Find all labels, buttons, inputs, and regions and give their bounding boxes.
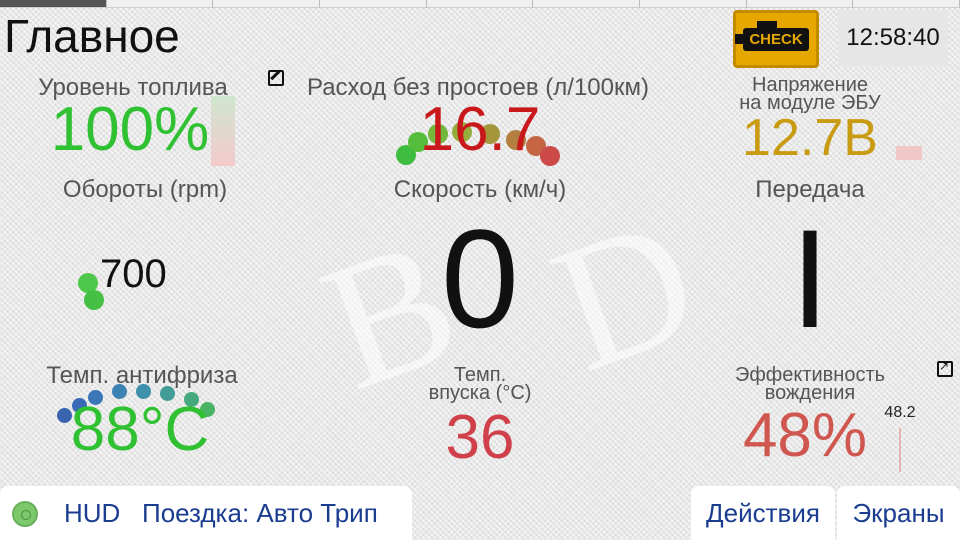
efficiency-value: 48% (742, 401, 868, 470)
intake-temp-label-line2: впуска (°C) (428, 382, 532, 404)
trip-button[interactable]: Поездка: Авто Трип (142, 486, 378, 540)
clock: 12:58:40 (838, 10, 948, 66)
tab-indicator[interactable] (746, 0, 854, 8)
tab-indicator[interactable] (533, 0, 641, 8)
coolant-temp-value: 88°C (70, 395, 210, 464)
tab-indicator-active[interactable] (0, 0, 107, 8)
gear-value: I (790, 200, 830, 357)
voltage-value: 12.7В (742, 109, 878, 167)
bottom-bar-left: HUD Поездка: Авто Трип (0, 486, 412, 540)
coolant-temp-label: Темп. антифриза (46, 362, 238, 389)
fuel-level-bar (211, 96, 235, 166)
efficiency-bar (899, 428, 901, 472)
voltage-bar (896, 146, 922, 160)
tab-indicator[interactable] (320, 0, 427, 8)
tab-indicator[interactable] (213, 0, 321, 8)
efficiency-secondary-value: 48.2 (884, 404, 916, 421)
rpm-label: Обороты (rpm) (62, 176, 228, 203)
top-tab-strip (0, 0, 960, 8)
edit-icon[interactable] (268, 70, 284, 86)
fuel-level-value: 100% (50, 95, 210, 164)
hud-button[interactable]: HUD (64, 486, 120, 540)
tab-indicator[interactable] (640, 0, 747, 8)
rpm-value: 700 (100, 252, 167, 296)
fuel-consumption-value: 16.7 (419, 95, 541, 164)
screens-button[interactable]: Экраны (837, 486, 960, 540)
tab-indicator[interactable] (853, 0, 960, 8)
intake-temp-value: 36 (445, 403, 515, 472)
check-engine-button[interactable]: CHECK (733, 10, 819, 68)
tab-indicator[interactable] (106, 0, 214, 8)
page-title: Главное (4, 10, 180, 62)
check-engine-icon: CHECK (735, 20, 809, 51)
voltage-label: Напряжение на модуле ЭБУ (700, 75, 920, 113)
tab-indicator[interactable] (426, 0, 534, 8)
expand-icon[interactable] (937, 359, 953, 377)
speed-value: 0 (441, 200, 519, 357)
intake-temp-label: Темп. впуска (°C) (380, 365, 580, 404)
status-circle-icon[interactable] (12, 501, 38, 527)
actions-button[interactable]: Действия (691, 486, 835, 540)
efficiency-label: Эффективность вождения (700, 365, 920, 403)
